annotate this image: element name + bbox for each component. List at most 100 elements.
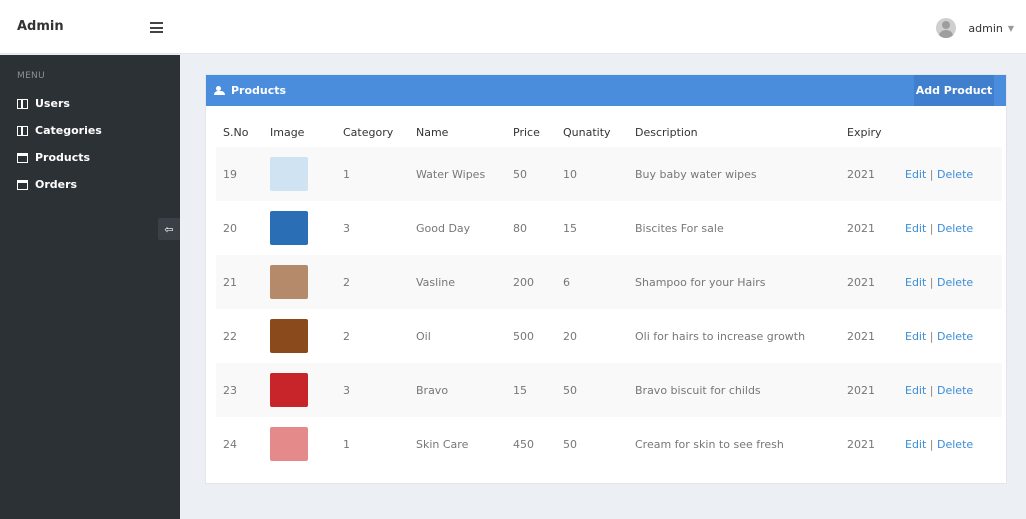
table-row: 22 2 Oil 500 20 Oli for hairs to increase gro… — [216, 309, 1002, 363]
sidebar-item-orders[interactable]: Orders — [17, 171, 102, 198]
delete-link[interactable]: Delete — [937, 384, 973, 397]
cell-name: Oil — [416, 329, 431, 343]
book-icon — [17, 98, 28, 109]
cell-sno: 19 — [223, 167, 237, 181]
sidebar-item-label: Users — [35, 97, 70, 110]
cell-category: 1 — [343, 167, 350, 181]
cell-quantity: 6 — [563, 275, 570, 289]
cell-image — [263, 309, 336, 363]
cell-price: 15 — [513, 383, 527, 397]
cell-category: 3 — [343, 221, 350, 235]
sidebar-item-products[interactable]: Products — [17, 144, 102, 171]
cell-name: Bravo — [416, 383, 449, 397]
cell-name: Vasline — [416, 275, 455, 289]
hamburger-menu-icon[interactable] — [150, 22, 163, 33]
cell-image — [263, 147, 336, 201]
cell-actions: Edit | Delete — [898, 417, 1002, 471]
cell-expiry: 2021 — [847, 437, 875, 451]
sidebar-nav: Users Categories Products Orders — [17, 90, 102, 198]
cell-category: 3 — [343, 383, 350, 397]
cell-image — [263, 201, 336, 255]
column-header-image: Image — [270, 125, 305, 139]
action-separator: | — [926, 383, 938, 397]
table-row: 20 3 Good Day 80 15 Biscites For sale 2021 Edit… — [216, 201, 1002, 255]
cell-actions: Edit | Delete — [898, 147, 1002, 201]
cell-sno: 20 — [223, 221, 237, 235]
cell-description: Biscites For sale — [635, 221, 724, 235]
product-thumbnail — [270, 373, 308, 407]
sidebar-item-label: Orders — [35, 178, 78, 191]
sidebar-item-label: Categories — [35, 124, 102, 137]
delete-link[interactable]: Delete — [937, 222, 973, 235]
user-menu[interactable]: admin ▼ — [936, 18, 1014, 38]
delete-link[interactable]: Delete — [937, 168, 973, 181]
product-thumbnail — [270, 319, 308, 353]
sidebar-item-label: Products — [35, 151, 91, 164]
cell-quantity: 50 — [563, 437, 577, 451]
action-separator: | — [926, 275, 938, 289]
chevron-down-icon: ▼ — [1007, 23, 1014, 33]
cell-image — [263, 363, 336, 417]
column-header-name: Name — [416, 125, 449, 139]
delete-link[interactable]: Delete — [937, 330, 973, 343]
calendar-icon — [17, 152, 28, 163]
column-header-category: Category — [343, 125, 394, 139]
column-header-actions — [898, 117, 1002, 147]
products-panel: Products Add Product S.No Image Category… — [205, 74, 1007, 484]
table-row: 19 1 Water Wipes 50 10 Buy baby water wipes 20… — [216, 147, 1002, 201]
cell-price: 80 — [513, 221, 527, 235]
action-separator: | — [926, 221, 938, 235]
top-header: Admin admin ▼ — [0, 0, 1026, 54]
add-product-button[interactable]: Add Product — [914, 75, 994, 106]
cell-description: Shampoo for your Hairs — [635, 275, 766, 289]
delete-link[interactable]: Delete — [937, 276, 973, 289]
cell-quantity: 15 — [563, 221, 577, 235]
cell-category: 1 — [343, 437, 350, 451]
cell-price: 200 — [513, 275, 534, 289]
product-thumbnail — [270, 157, 308, 191]
cell-description: Bravo biscuit for childs — [635, 383, 761, 397]
column-header-price: Price — [513, 125, 540, 139]
sidebar-item-categories[interactable]: Categories — [17, 117, 102, 144]
cell-description: Buy baby water wipes — [635, 167, 757, 181]
column-header-description: Description — [635, 125, 698, 139]
edit-link[interactable]: Edit — [905, 330, 926, 343]
menu-heading: MENU — [17, 71, 45, 81]
panel-header: Products Add Product — [206, 75, 1006, 106]
edit-link[interactable]: Edit — [905, 438, 926, 451]
sidebar-collapse-icon[interactable]: ⇦ — [158, 218, 180, 240]
delete-link[interactable]: Delete — [937, 438, 973, 451]
edit-link[interactable]: Edit — [905, 276, 926, 289]
cell-expiry: 2021 — [847, 275, 875, 289]
table-row: 23 3 Bravo 15 50 Bravo biscuit for childs 2021… — [216, 363, 1002, 417]
brand-logo[interactable]: Admin — [17, 19, 64, 34]
sidebar-item-users[interactable]: Users — [17, 90, 102, 117]
column-header-sno: S.No — [223, 125, 249, 139]
book-icon — [17, 125, 28, 136]
table-row: 24 1 Skin Care 450 50 Cream for skin to see f… — [216, 417, 1002, 471]
cell-price: 450 — [513, 437, 534, 451]
table-row: 21 2 Vasline 200 6 Shampoo for your Hairs 2021… — [216, 255, 1002, 309]
edit-link[interactable]: Edit — [905, 384, 926, 397]
edit-link[interactable]: Edit — [905, 222, 926, 235]
cell-sno: 22 — [223, 329, 237, 343]
cell-sno: 23 — [223, 383, 237, 397]
cell-expiry: 2021 — [847, 383, 875, 397]
table-header-row: S.No Image Category Name Price Qunatity … — [216, 117, 1002, 147]
action-separator: | — [926, 437, 938, 451]
edit-link[interactable]: Edit — [905, 168, 926, 181]
cell-expiry: 2021 — [847, 329, 875, 343]
product-thumbnail — [270, 211, 308, 245]
cell-name: Skin Care — [416, 437, 469, 451]
cell-actions: Edit | Delete — [898, 255, 1002, 309]
cell-price: 50 — [513, 167, 527, 181]
action-separator: | — [926, 167, 938, 181]
cell-actions: Edit | Delete — [898, 201, 1002, 255]
action-separator: | — [926, 329, 938, 343]
products-table: S.No Image Category Name Price Qunatity … — [216, 117, 1002, 471]
cell-name: Good Day — [416, 221, 471, 235]
cell-description: Oli for hairs to increase growth — [635, 329, 806, 343]
panel-title: Products — [214, 84, 286, 97]
cell-description: Cream for skin to see fresh — [635, 437, 784, 451]
cell-image — [263, 255, 336, 309]
